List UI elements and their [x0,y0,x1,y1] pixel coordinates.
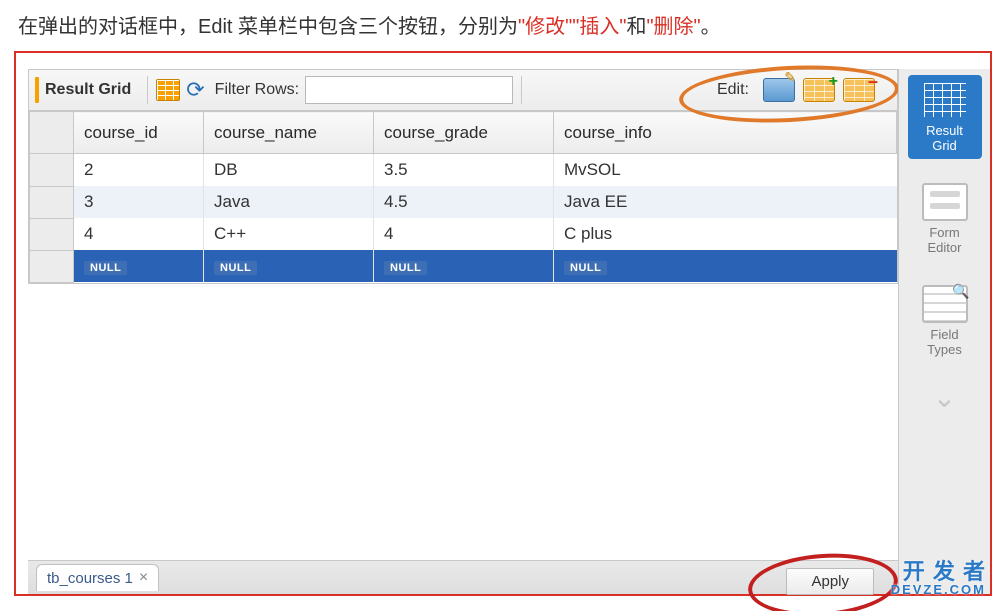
panel-tab-label: Field Types [927,327,962,357]
field-types-icon [922,285,968,323]
result-tab[interactable]: tb_courses 1 × [36,564,159,591]
column-header[interactable]: course_id [74,112,204,154]
row-selector-header [30,112,74,154]
panel-tab-field-types[interactable]: Field Types [908,279,982,363]
null-badge: NULL [564,261,607,275]
grid-view-icon[interactable] [156,79,180,101]
edit-delete-button[interactable] [843,78,875,102]
edit-toolbar-section: Edit: [717,78,891,102]
panel-tab-label: Form Editor [928,225,962,255]
table-row[interactable]: 3 Java 4.5 Java EE [30,186,897,218]
result-toolbar: Result Grid ⟳ Filter Rows: Edit: [28,69,898,111]
form-icon [922,183,968,221]
panel-scroll-down-icon[interactable]: ⌄ [933,381,956,414]
table-row[interactable]: 2 DB 3.5 MvSOL [30,154,897,187]
highlight-frame: Result Grid ⟳ Filter Rows: Edit: [14,51,992,596]
null-badge: NULL [384,261,427,275]
panel-tab-form-editor[interactable]: Form Editor [908,177,982,261]
table-row[interactable]: 4 C++ 4 C plus [30,218,897,250]
column-header[interactable]: course_info [554,112,897,154]
column-header[interactable]: course_name [204,112,374,154]
table-row-new[interactable]: NULL NULL NULL NULL [30,250,897,282]
null-badge: NULL [214,261,257,275]
filter-rows-label: Filter Rows: [215,81,299,99]
edit-modify-button[interactable] [763,78,795,102]
panel-tab-label: Result Grid [926,123,963,153]
right-side-panel: Result Grid Form Editor Field Types ⌄ [898,69,990,594]
column-header[interactable]: course_grade [374,112,554,154]
apply-button[interactable]: Apply [786,568,874,595]
instruction-text: 在弹出的对话框中，Edit 菜单栏中包含三个按钮，分别为"修改""插入"和"删除… [0,0,1000,51]
grid-header-row: course_id course_name course_grade cours… [30,112,897,154]
result-grid-table[interactable]: course_id course_name course_grade cours… [28,111,898,284]
null-badge: NULL [84,261,127,275]
panel-tab-result-grid[interactable]: Result Grid [908,75,982,159]
result-grid-label: Result Grid [45,81,131,99]
refresh-icon[interactable]: ⟳ [186,77,204,103]
close-icon[interactable]: × [139,569,148,587]
edit-insert-button[interactable] [803,78,835,102]
filter-rows-input[interactable] [305,76,513,104]
grid-icon [922,81,968,119]
edit-label: Edit: [717,81,749,99]
toolbar-accent [35,77,39,103]
tab-label: tb_courses 1 [47,570,133,587]
bottom-tab-bar: tb_courses 1 × Apply [28,560,898,594]
